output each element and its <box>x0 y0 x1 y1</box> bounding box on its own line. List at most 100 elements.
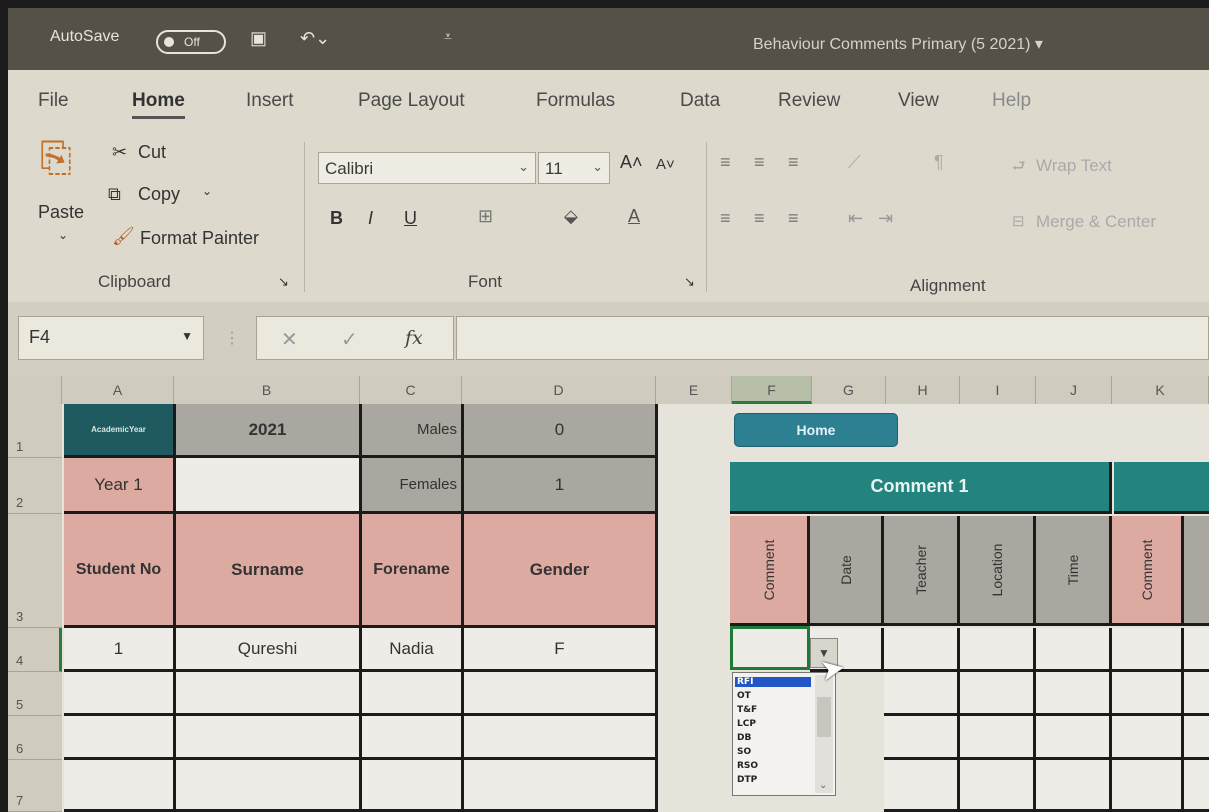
academic-year-label[interactable]: AcademicYear <box>64 404 176 458</box>
customize-quick-access-icon[interactable]: ⩡ <box>444 28 452 45</box>
validation-dropdown-list[interactable]: RFI OT T&F LCP DB SO RSO DTP ⌄ <box>732 672 836 796</box>
comment-field-header-2[interactable]: Comment <box>1112 516 1184 626</box>
formula-input[interactable] <box>456 316 1209 360</box>
table-cell[interactable] <box>176 672 362 716</box>
column-header-k[interactable]: K <box>1112 376 1209 404</box>
font-name-select[interactable]: Calibri ⌄ <box>318 152 536 184</box>
student-no-header[interactable]: Student No <box>64 514 176 628</box>
year-value-cell[interactable]: 2021 <box>176 404 362 458</box>
table-cell[interactable] <box>1184 716 1209 760</box>
paragraph-icon[interactable]: ¶ <box>934 152 944 173</box>
table-cell[interactable] <box>960 716 1036 760</box>
paste-button[interactable]: Paste <box>38 202 84 223</box>
font-color-icon[interactable]: A <box>628 206 640 227</box>
dropdown-option[interactable]: RFI <box>735 677 811 687</box>
column-header-f[interactable]: F <box>732 376 812 404</box>
tab-data[interactable]: Data <box>680 90 720 112</box>
table-cell[interactable] <box>884 672 960 716</box>
tab-home[interactable]: Home <box>132 90 185 119</box>
bold-button[interactable]: B <box>330 208 343 229</box>
student-no-cell[interactable]: 1 <box>64 628 176 672</box>
comment-group-header[interactable]: Comment 1 <box>730 462 1112 514</box>
name-box[interactable]: F4 ▼ <box>18 316 204 360</box>
table-cell[interactable] <box>1184 628 1209 672</box>
decrease-indent-icon[interactable]: ⇤ <box>848 208 863 229</box>
drag-handle-icon[interactable]: ⋮ <box>224 328 240 348</box>
cut-button[interactable]: Cut <box>138 142 166 163</box>
tab-formulas[interactable]: Formulas <box>536 90 615 112</box>
row-header-4[interactable]: 4 <box>8 628 62 672</box>
tab-page-layout[interactable]: Page Layout <box>358 90 465 112</box>
table-cell[interactable] <box>884 760 960 812</box>
copy-button[interactable]: Copy <box>138 184 180 205</box>
row-header-5[interactable]: 5 <box>8 672 62 716</box>
row-header-6[interactable]: 6 <box>8 716 62 760</box>
autosave-toggle[interactable]: Off <box>156 30 226 54</box>
table-cell[interactable] <box>176 716 362 760</box>
save-icon[interactable]: ▣ <box>250 28 267 49</box>
comment-group-header-next[interactable] <box>1114 462 1209 514</box>
increase-font-icon[interactable]: A˄ <box>620 152 643 173</box>
table-cell[interactable] <box>1112 760 1184 812</box>
align-center-icon[interactable]: ≡ <box>754 208 765 229</box>
middle-align-icon[interactable]: ≡ <box>754 152 765 173</box>
align-left-icon[interactable]: ≡ <box>720 208 731 229</box>
column-header-b[interactable]: B <box>174 376 360 404</box>
cut-icon[interactable]: ✂ <box>112 142 127 163</box>
document-title[interactable]: Behaviour Comments Primary (5 2021) ▾ <box>753 34 1043 54</box>
column-header-e[interactable]: E <box>656 376 732 404</box>
top-align-icon[interactable]: ≡ <box>720 152 731 173</box>
table-cell[interactable] <box>960 672 1036 716</box>
table-cell[interactable] <box>64 760 176 812</box>
table-cell[interactable] <box>64 672 176 716</box>
table-cell[interactable] <box>884 628 960 672</box>
enter-icon[interactable]: ✓ <box>341 327 358 352</box>
teacher-field-header[interactable]: Teacher <box>884 516 960 626</box>
comment-field-header[interactable]: Comment <box>730 516 810 626</box>
merge-center-button[interactable]: Merge & Center <box>1036 212 1156 232</box>
increase-indent-icon[interactable]: ⇥ <box>878 208 893 229</box>
scroll-down-icon[interactable]: ⌄ <box>819 780 827 791</box>
column-header-g[interactable]: G <box>812 376 886 404</box>
wrap-text-icon[interactable]: ⮐ <box>1012 156 1026 181</box>
copy-icon[interactable]: ⧉ <box>108 184 121 205</box>
row-header-7[interactable]: 7 <box>8 760 62 812</box>
date-field-header[interactable]: Date <box>810 516 884 626</box>
paste-chevron-icon[interactable]: ⌄ <box>58 228 68 242</box>
table-cell[interactable] <box>464 760 658 812</box>
tab-review[interactable]: Review <box>778 90 840 112</box>
cancel-icon[interactable]: ✕ <box>281 327 298 352</box>
column-header-h[interactable]: H <box>886 376 960 404</box>
clipboard-launcher-icon[interactable]: ↘ <box>278 274 289 290</box>
dropdown-option[interactable]: SO <box>737 747 751 757</box>
table-cell[interactable] <box>1112 672 1184 716</box>
underline-button[interactable]: U <box>404 208 417 229</box>
borders-icon[interactable]: ⊞ <box>478 206 493 227</box>
fill-color-icon[interactable]: ⬙ <box>564 206 578 227</box>
gender-header[interactable]: Gender <box>464 514 658 628</box>
format-painter-button[interactable]: Format Painter <box>140 228 259 249</box>
row-header-2[interactable]: 2 <box>8 458 62 514</box>
females-count[interactable]: 1 <box>464 458 658 514</box>
table-cell[interactable] <box>464 672 658 716</box>
dropdown-option[interactable]: T&F <box>737 705 757 715</box>
select-all-corner[interactable] <box>8 376 62 404</box>
table-cell[interactable] <box>464 716 658 760</box>
forename-header[interactable]: Forename <box>362 514 464 628</box>
table-cell[interactable] <box>960 628 1036 672</box>
table-cell[interactable] <box>176 760 362 812</box>
table-cell[interactable] <box>362 716 464 760</box>
bottom-align-icon[interactable]: ≡ <box>788 152 799 173</box>
column-header-i[interactable]: I <box>960 376 1036 404</box>
dropdown-scrollbar[interactable]: ⌄ <box>815 675 833 793</box>
dropdown-option[interactable]: DTP <box>737 775 757 785</box>
females-label[interactable]: Females <box>362 458 464 514</box>
date-field-header-2[interactable] <box>1184 516 1209 626</box>
forename-cell[interactable]: Nadia <box>362 628 464 672</box>
copy-chevron-icon[interactable]: ⌄ <box>202 184 212 198</box>
tab-insert[interactable]: Insert <box>246 90 294 112</box>
dropdown-option[interactable]: DB <box>737 733 751 743</box>
dropdown-option[interactable]: LCP <box>737 719 756 729</box>
table-cell[interactable] <box>362 760 464 812</box>
year-group-cell[interactable]: Year 1 <box>64 458 176 514</box>
